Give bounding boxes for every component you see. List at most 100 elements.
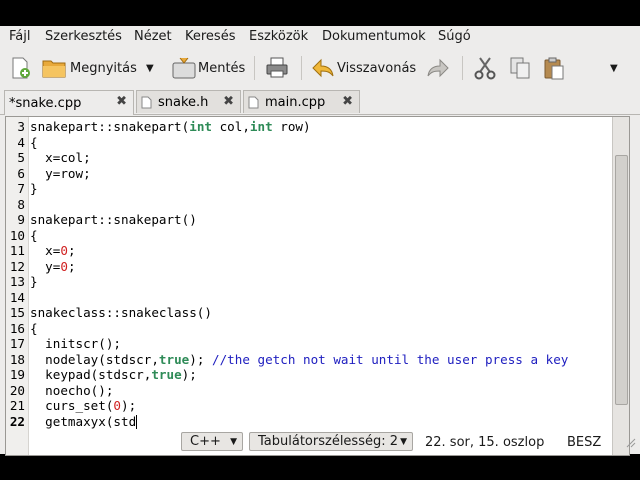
tab-snake-cpp[interactable]: *snake.cpp ✖ <box>4 90 134 115</box>
line-number: 14 <box>9 289 25 305</box>
recent-files-dropdown[interactable]: ▼ <box>146 54 154 82</box>
code-line[interactable]: 13} <box>6 274 613 290</box>
status-bar: C++ ▼ Tabulátorszélesség: 2 ▼ 22. sor, 1… <box>0 430 640 454</box>
open-label: Megnyitás <box>70 60 137 76</box>
line-number: 8 <box>17 196 25 212</box>
line-text: x=col; <box>30 150 91 165</box>
cursor-position: 22. sor, 15. oszlop <box>425 435 545 450</box>
line-number: 5 <box>17 150 25 165</box>
resize-grip-icon[interactable] <box>624 436 636 448</box>
save-label: Mentés <box>198 60 246 76</box>
code-line[interactable]: 7} <box>6 181 613 197</box>
language-selector[interactable]: C++ ▼ <box>181 432 243 451</box>
toolbar-overflow-button[interactable]: ▼ <box>610 54 618 82</box>
tab-snake-h[interactable]: snake.h ✖ <box>136 90 241 113</box>
code-line[interactable]: 6 y=row; <box>6 166 613 182</box>
undo-button[interactable]: Visszavonás <box>311 54 416 82</box>
line-text: initscr(); <box>30 336 121 351</box>
code-line[interactable]: 9 snakepart::snakepart() <box>6 212 613 228</box>
line-text: } <box>30 181 38 196</box>
vertical-scrollbar[interactable] <box>612 117 629 455</box>
line-number: 19 <box>9 367 25 382</box>
code-line[interactable]: 22 getmaxyx(std <box>6 413 613 429</box>
menu-view[interactable]: Nézet <box>134 29 172 44</box>
undo-arrow-icon <box>311 58 335 78</box>
close-tab-icon[interactable]: ✖ <box>342 94 353 109</box>
code-line[interactable]: 8 <box>6 197 613 213</box>
line-number: 20 <box>9 382 25 398</box>
toolbar-separator <box>301 56 302 80</box>
line-number: 4 <box>17 134 25 150</box>
line-number: 12 <box>9 258 25 274</box>
tab-label: snake.h <box>158 94 209 110</box>
line-number: 15 <box>9 305 25 320</box>
code-line[interactable]: 18 nodelay(stdscr,true); //the getch not… <box>6 352 613 368</box>
code-line[interactable]: 11 x=0; <box>6 243 613 259</box>
print-button[interactable] <box>265 54 289 82</box>
line-number: 18 <box>9 351 25 367</box>
code-line[interactable]: 3 snakepart::snakepart(int col,int row) <box>6 119 613 135</box>
code-line[interactable]: 16 { <box>6 321 613 337</box>
code-editor[interactable]: 3 snakepart::snakepart(int col,int row) 4{… <box>5 116 630 456</box>
line-number: 22 <box>9 413 25 429</box>
copy-button[interactable] <box>509 54 531 82</box>
code-line[interactable]: 5 x=col; <box>6 150 613 166</box>
paste-icon <box>543 56 565 80</box>
cut-button[interactable] <box>474 54 496 82</box>
menu-file[interactable]: Fájl <box>9 29 30 44</box>
insert-mode: BESZ <box>567 435 602 450</box>
line-text: } <box>30 274 38 289</box>
line-text: { <box>30 320 38 336</box>
dropdown-arrow-icon: ▼ <box>146 62 154 74</box>
toolbar-separator <box>462 56 463 80</box>
open-button[interactable]: Megnyitás <box>42 54 137 82</box>
undo-label: Visszavonás <box>337 60 417 76</box>
gedit-window: Fájl Szerkesztés Nézet Keresés Eszközök … <box>0 26 640 456</box>
document-icon <box>248 96 259 109</box>
line-number: 7 <box>17 181 25 196</box>
redo-button[interactable] <box>426 54 450 82</box>
line-text: keypad(stdscr,true); <box>30 367 197 382</box>
menu-documents[interactable]: Dokumentumok <box>322 29 426 44</box>
close-tab-icon[interactable]: ✖ <box>116 94 127 109</box>
tab-label: main.cpp <box>265 94 326 110</box>
code-line[interactable]: 19 keypad(stdscr,true); <box>6 367 613 383</box>
paste-button[interactable] <box>543 54 565 82</box>
menu-edit[interactable]: Szerkesztés <box>45 29 122 44</box>
line-number: 16 <box>9 320 25 336</box>
document-tabs: *snake.cpp ✖ snake.h ✖ main.cpp ✖ <box>0 88 640 115</box>
code-line[interactable]: 4{ <box>6 135 613 151</box>
new-document-button[interactable] <box>8 54 32 82</box>
line-text: { <box>30 134 38 150</box>
tab-label: *snake.cpp <box>9 95 82 111</box>
code-line[interactable]: 12 y=0; <box>6 259 613 275</box>
code-line[interactable]: 21 curs_set(0); <box>6 398 613 414</box>
line-text: snakeclass::snakeclass() <box>30 305 212 320</box>
line-number: 9 <box>17 212 25 227</box>
tab-main-cpp[interactable]: main.cpp ✖ <box>243 90 360 113</box>
save-button[interactable]: Mentés <box>172 54 245 82</box>
menu-tools[interactable]: Eszközök <box>249 29 308 44</box>
scrollbar-thumb[interactable] <box>615 155 628 405</box>
tab-width-selector[interactable]: Tabulátorszélesség: 2 ▼ <box>249 432 413 451</box>
code-line[interactable]: 20 noecho(); <box>6 383 613 399</box>
menu-search[interactable]: Keresés <box>185 29 235 44</box>
line-text: getmaxyx(std <box>30 413 138 429</box>
line-number: 11 <box>9 243 25 258</box>
close-tab-icon[interactable]: ✖ <box>223 94 234 109</box>
line-number: 13 <box>9 274 25 289</box>
code-line[interactable]: 10 { <box>6 228 613 244</box>
line-text: y=0; <box>30 258 76 274</box>
save-icon <box>172 57 196 79</box>
code-line[interactable]: 14 <box>6 290 613 306</box>
scissors-icon <box>474 56 496 80</box>
code-line[interactable]: 15 snakeclass::snakeclass() <box>6 305 613 321</box>
line-text: nodelay(stdscr,true); //the getch not wa… <box>30 351 569 367</box>
line-text: noecho(); <box>30 382 114 398</box>
document-icon <box>141 96 152 109</box>
line-text: { <box>30 227 38 243</box>
dropdown-arrow-icon: ▼ <box>610 62 618 74</box>
copy-icon <box>509 56 531 80</box>
menu-help[interactable]: Súgó <box>438 29 471 44</box>
code-line[interactable]: 17 initscr(); <box>6 336 613 352</box>
